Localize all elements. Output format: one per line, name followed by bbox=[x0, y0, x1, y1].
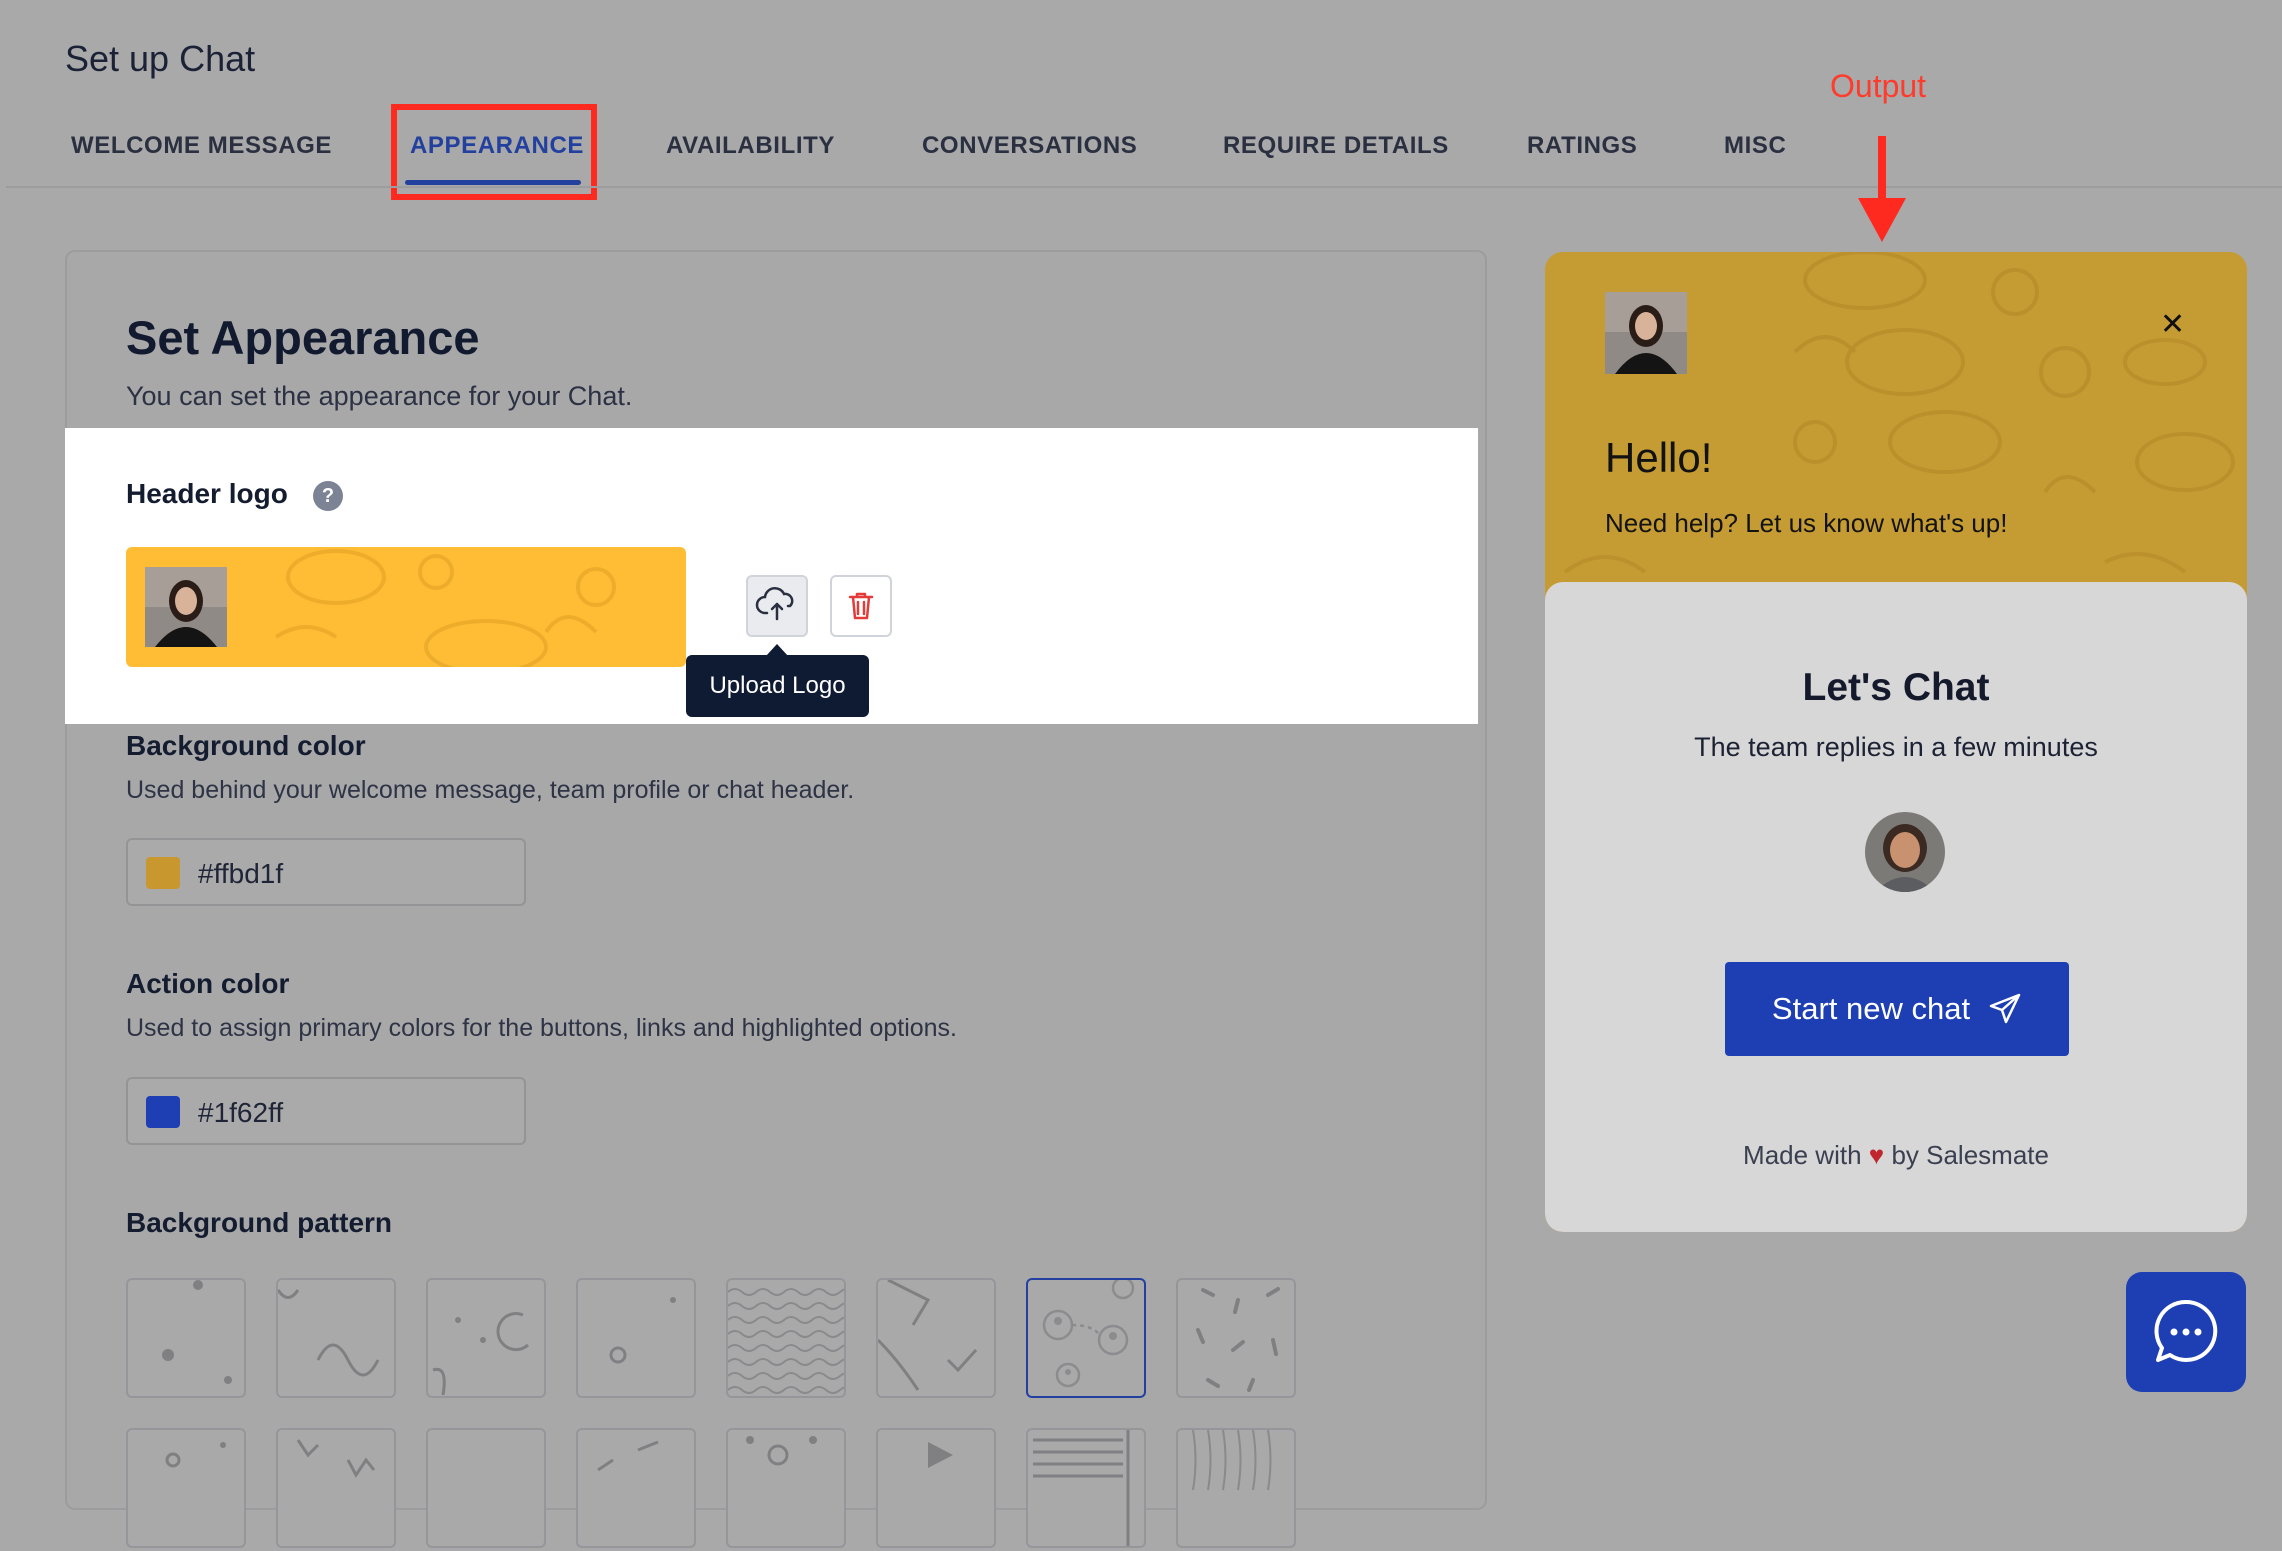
pattern-dots-icon bbox=[162, 1280, 232, 1384]
pattern-option-row2-2[interactable] bbox=[276, 1428, 396, 1548]
action-color-swatch[interactable] bbox=[146, 1096, 180, 1128]
pattern-option-waves[interactable] bbox=[726, 1278, 855, 1398]
section-subtitle: You can set the appearance for your Chat… bbox=[126, 381, 633, 411]
pattern-zigzag-icon bbox=[296, 1439, 376, 1478]
pattern-vertical-lines-icon bbox=[1192, 1429, 1272, 1491]
logo-image bbox=[145, 567, 227, 647]
annotation-output-label: Output bbox=[1830, 68, 1927, 104]
pattern-option-row2-5[interactable] bbox=[726, 1428, 846, 1548]
action-color-value: #1f62ff bbox=[198, 1097, 284, 1128]
pattern-waves-icon bbox=[727, 1288, 855, 1394]
lets-chat-title: Let's Chat bbox=[1802, 666, 1990, 709]
pattern-option-row2-7[interactable] bbox=[1026, 1428, 1146, 1548]
action-color-label: Action color bbox=[126, 968, 290, 999]
pattern-option-arcs[interactable] bbox=[426, 1278, 546, 1398]
pattern-stripes-icon bbox=[1033, 1430, 1130, 1546]
widget-help-text: Need help? Let us know what's up! bbox=[1605, 508, 2008, 538]
action-color-description: Used to assign primary colors for the bu… bbox=[126, 1014, 958, 1042]
widget-logo-image bbox=[1605, 292, 1687, 374]
annotation-arrow-icon bbox=[1858, 136, 1906, 242]
upload-logo-button[interactable] bbox=[746, 575, 808, 637]
pattern-option-people[interactable] bbox=[1026, 1276, 1146, 1398]
tab-misc[interactable]: MISC bbox=[1724, 132, 1786, 160]
tab-ratings[interactable]: RATINGS bbox=[1527, 132, 1637, 160]
close-icon[interactable]: ✕ bbox=[2160, 307, 2185, 342]
pattern-option-row2-8[interactable] bbox=[1176, 1428, 1296, 1548]
chat-bubble-icon bbox=[2154, 1299, 2218, 1362]
pattern-people-icon bbox=[1042, 1276, 1135, 1388]
paper-plane-icon bbox=[1989, 993, 2021, 1024]
pattern-circle-icon bbox=[609, 1297, 676, 1364]
made-with-footer: Made with ♥ by Salesmate bbox=[1545, 1140, 2247, 1171]
made-with-suffix: by Salesmate bbox=[1891, 1140, 2049, 1170]
widget-body: Let's Chat The team replies in a few min… bbox=[1545, 582, 2247, 1232]
cloud-upload-icon bbox=[755, 587, 794, 621]
background-color-description: Used behind your welcome message, team p… bbox=[126, 776, 855, 804]
agent-avatar-image bbox=[1865, 812, 1945, 892]
question-circle-icon[interactable]: ? bbox=[313, 481, 343, 511]
pattern-option-dashes[interactable] bbox=[1176, 1278, 1296, 1398]
pattern-lines-icon bbox=[597, 1440, 659, 1472]
heart-icon: ♥ bbox=[1868, 1140, 1885, 1170]
tab-require-details[interactable]: REQUIRE DETAILS bbox=[1223, 132, 1449, 160]
pattern-small-circles-icon bbox=[165, 1442, 226, 1468]
widget-hello: Hello! bbox=[1605, 434, 1713, 481]
upload-logo-tooltip: Upload Logo bbox=[686, 655, 869, 717]
pattern-option-row2-6[interactable] bbox=[876, 1428, 996, 1548]
start-new-chat-button[interactable]: Start new chat bbox=[1725, 962, 2069, 1056]
background-color-label: Background color bbox=[126, 730, 366, 761]
chat-widget-preview: ✕ Hello! Need help? Let us know what's u… bbox=[1545, 252, 2247, 1232]
action-color-input[interactable]: #1f62ff bbox=[126, 1077, 526, 1145]
agent-avatar bbox=[1865, 812, 1945, 892]
pattern-option-row2-3[interactable] bbox=[426, 1428, 546, 1548]
background-pattern-label: Background pattern bbox=[126, 1207, 393, 1238]
delete-logo-button[interactable] bbox=[830, 575, 892, 637]
pattern-play-icon bbox=[928, 1442, 953, 1468]
made-with-prefix: Made with bbox=[1743, 1140, 1862, 1170]
tab-conversations[interactable]: CONVERSATIONS bbox=[922, 132, 1137, 160]
pattern-option-dots[interactable] bbox=[126, 1278, 246, 1398]
pattern-option-row2-4[interactable] bbox=[576, 1428, 696, 1548]
tab-welcome-message[interactable]: WELCOME MESSAGE bbox=[71, 132, 332, 160]
pattern-option-circle[interactable] bbox=[576, 1278, 696, 1398]
pattern-option-squiggle[interactable] bbox=[276, 1278, 396, 1398]
tabs-divider bbox=[6, 186, 2282, 188]
team-replies-text: The team replies in a few minutes bbox=[1694, 732, 2098, 762]
background-color-swatch[interactable] bbox=[146, 857, 180, 889]
pattern-dashes-icon bbox=[1196, 1287, 1280, 1392]
pattern-shapes-icon bbox=[876, 1278, 978, 1391]
pattern-arcs-icon bbox=[432, 1312, 529, 1396]
trash-icon bbox=[848, 592, 874, 620]
start-new-chat-label: Start new chat bbox=[1771, 991, 1971, 1026]
background-color-input[interactable]: #ffbd1f bbox=[126, 838, 526, 906]
tab-availability[interactable]: AVAILABILITY bbox=[666, 132, 835, 160]
section-title: Set Appearance bbox=[126, 311, 480, 364]
page-title: Set up Chat bbox=[65, 38, 256, 79]
pattern-squiggle-icon bbox=[276, 1289, 380, 1377]
header-logo-label: Header logo bbox=[126, 478, 288, 509]
background-color-value: #ffbd1f bbox=[198, 858, 284, 889]
pattern-option-row2-1[interactable] bbox=[126, 1428, 246, 1548]
pattern-bubbles-icon bbox=[746, 1436, 817, 1466]
pattern-option-shapes[interactable] bbox=[876, 1278, 996, 1398]
chat-launcher-button[interactable] bbox=[2126, 1272, 2246, 1392]
